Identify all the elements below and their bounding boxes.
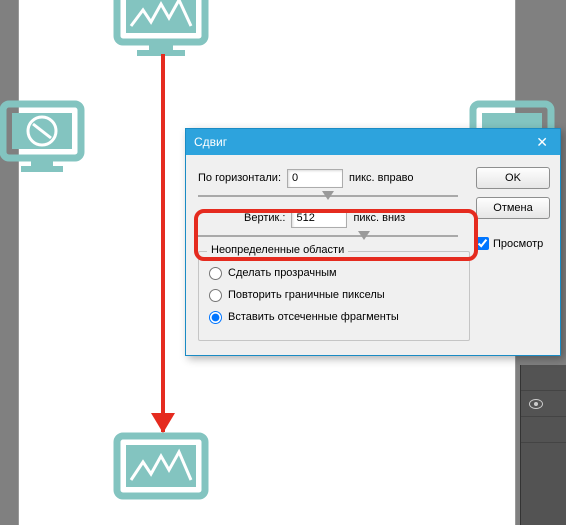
slider-thumb[interactable] — [322, 191, 334, 200]
offset-dialog: Сдвиг ✕ По горизонтали: пикс. вправо Вер… — [185, 128, 561, 356]
monitor-icon — [0, 100, 87, 188]
vertical-unit: пикс. вниз — [353, 212, 405, 224]
radio-repeat-edge[interactable] — [209, 289, 222, 302]
offset-arrow — [161, 54, 165, 432]
cancel-button[interactable]: Отмена — [476, 197, 550, 219]
horizontal-input[interactable] — [287, 169, 343, 188]
close-icon[interactable]: ✕ — [532, 134, 552, 151]
vertical-label: Вертик.: — [244, 212, 285, 224]
ok-button[interactable]: OK — [476, 167, 550, 189]
dialog-title: Сдвиг — [194, 135, 227, 149]
preview-label: Просмотр — [493, 238, 543, 250]
layer-row[interactable] — [521, 365, 566, 391]
horizontal-slider[interactable] — [198, 195, 458, 197]
group-legend: Неопределенные области — [207, 244, 348, 256]
layers-panel-strip — [520, 365, 566, 525]
radio-wrap-around[interactable] — [209, 311, 222, 324]
radio-label: Вставить отсеченные фрагменты — [228, 311, 399, 323]
radio-label: Сделать прозрачным — [228, 267, 337, 279]
horizontal-unit: пикс. вправо — [349, 172, 414, 184]
radio-label: Повторить граничные пикселы — [228, 289, 385, 301]
monitor-icon — [113, 0, 213, 60]
layer-row[interactable] — [521, 417, 566, 443]
monitor-icon — [113, 432, 213, 524]
horizontal-label: По горизонтали: — [198, 172, 281, 184]
dialog-titlebar[interactable]: Сдвиг ✕ — [186, 129, 560, 155]
vertical-slider[interactable] — [198, 235, 458, 237]
slider-thumb[interactable] — [358, 231, 370, 240]
vertical-input[interactable] — [291, 209, 347, 228]
preview-checkbox[interactable] — [476, 237, 489, 250]
undefined-areas-group: Неопределенные области Сделать прозрачны… — [198, 251, 470, 341]
visibility-eye-icon[interactable] — [529, 399, 543, 409]
layer-row[interactable] — [521, 391, 566, 417]
radio-transparent[interactable] — [209, 267, 222, 280]
